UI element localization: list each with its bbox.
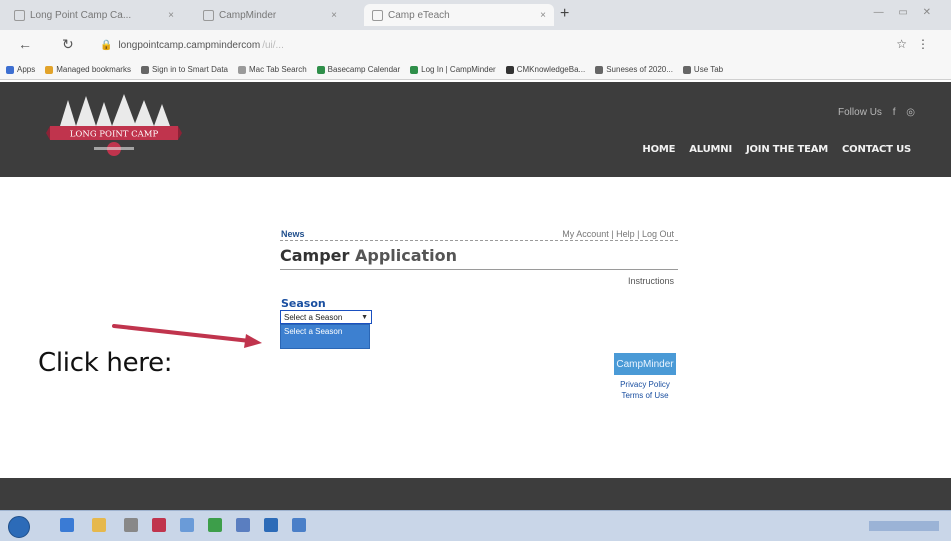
bookmark-item[interactable]: CMKnowledgeBa... [505, 65, 586, 74]
app-icon[interactable] [180, 518, 194, 532]
season-option[interactable]: Select a Season [281, 325, 369, 338]
main-nav: HOME ALUMNI JOIN THE TEAM CONTACT US [642, 144, 911, 155]
account-links[interactable]: My Account | Help | Log Out [562, 229, 674, 239]
reload-icon[interactable]: ↻ [62, 37, 74, 51]
new-tab-icon[interactable]: + [560, 6, 569, 22]
app-icon[interactable] [152, 518, 166, 532]
os-taskbar [0, 510, 951, 541]
tab-label: Camp eTeach [388, 9, 450, 21]
close-icon[interactable]: × [540, 10, 546, 21]
app-icon[interactable] [124, 518, 138, 532]
application-panel: News My Account | Help | Log Out Camper … [280, 227, 678, 286]
bookmark-item[interactable]: Log In | CampMinder [410, 65, 496, 74]
browser-toolbar: ← ↻ 🔒 longpointcamp.campmindercom /ui/..… [0, 30, 951, 60]
chevron-down-icon: ▼ [361, 313, 368, 321]
bookmark-label: Mac Tab Search [249, 65, 307, 74]
page-title-secondary: Application [349, 246, 458, 265]
system-tray[interactable] [869, 521, 939, 531]
footer-links: Privacy Policy Terms of Use [612, 379, 678, 401]
close-icon[interactable]: × [331, 10, 337, 21]
page-icon [203, 9, 214, 21]
bookmark-label: Managed bookmarks [56, 65, 131, 74]
season-dropdown-list: Select a Season [280, 324, 370, 349]
instructions-link[interactable]: Instructions [280, 276, 678, 286]
season-select-value: Select a Season [284, 312, 343, 322]
bookmark-label: Use Tab [693, 65, 724, 74]
news-link[interactable]: News [281, 229, 305, 239]
bookmark-icon [505, 65, 514, 74]
start-button[interactable] [8, 516, 30, 538]
bookmark-item[interactable]: Sign in to Smart Data [140, 65, 228, 74]
lock-icon: 🔒 [100, 39, 113, 51]
browser-tab-bar: Long Point Camp Ca... × CampMinder × Cam… [0, 0, 951, 30]
bookmark-icon [316, 65, 325, 74]
page-icon [14, 9, 25, 21]
bookmark-icon [6, 65, 14, 74]
site-header: LONG POINT CAMP Follow Us f ◎ HOME ALUMN… [0, 82, 951, 177]
season-select[interactable]: Select a Season ▼ [280, 310, 372, 324]
tab-label: Long Point Camp Ca... [30, 9, 132, 21]
page-title: Camper Application [280, 246, 678, 270]
bookmark-item[interactable]: Suneses of 2020... [595, 65, 673, 74]
app-icon[interactable] [264, 518, 278, 532]
bookmark-label: Apps [17, 65, 36, 74]
logo-text: LONG POINT CAMP [70, 130, 159, 140]
close-icon[interactable]: × [168, 10, 174, 21]
site-footer [0, 478, 951, 510]
social-icon[interactable]: ◎ [906, 107, 915, 118]
page-icon [372, 9, 383, 21]
bookmark-label: Log In | CampMinder [421, 65, 496, 74]
facebook-icon[interactable]: f [893, 107, 896, 118]
app-icon[interactable] [292, 518, 306, 532]
browser-menu-icons[interactable]: ☆⋮ [896, 37, 939, 51]
red-arrow-annotation [112, 324, 262, 348]
bookmarks-bar: Apps Managed bookmarks Sign in to Smart Da… [0, 60, 951, 80]
bookmark-icon [682, 65, 691, 74]
bookmark-icon [238, 65, 246, 74]
nav-join-the-team[interactable]: JOIN THE TEAM [746, 144, 828, 155]
bookmark-item[interactable]: Mac Tab Search [238, 65, 307, 74]
bookmark-item[interactable]: Managed bookmarks [45, 65, 131, 74]
bookmark-icon [140, 65, 149, 74]
bookmark-item[interactable]: Use Tab [682, 65, 724, 74]
page-title-primary: Camper [280, 246, 350, 265]
url-path: /ui/... [262, 39, 284, 51]
bookmark-label: CMKnowledgeBa... [516, 65, 586, 74]
camp-logo[interactable]: LONG POINT CAMP [46, 92, 182, 162]
nav-alumni[interactable]: ALUMNI [689, 144, 732, 155]
bookmark-item[interactable]: Apps [6, 65, 35, 74]
app-icon[interactable] [236, 518, 250, 532]
browser-tab-long-point[interactable]: Long Point Camp Ca... × [6, 4, 182, 26]
address-bar[interactable]: 🔒 longpointcamp.campmindercom /ui/... [100, 36, 860, 54]
nav-contact-us[interactable]: CONTACT US [842, 144, 911, 155]
back-arrow-icon[interactable]: ← [18, 37, 32, 51]
bookmark-label: Basecamp Calendar [327, 65, 401, 74]
follow-label: Follow Us [838, 107, 882, 118]
window-controls[interactable]: — ▭ ✕ [874, 7, 937, 18]
chrome-icon[interactable] [208, 518, 222, 532]
bookmark-label: Suneses of 2020... [606, 65, 673, 74]
bookmark-icon [595, 65, 604, 74]
nav-home[interactable]: HOME [642, 144, 675, 155]
bookmark-icon [45, 65, 54, 74]
bookmark-icon [410, 65, 419, 74]
privacy-policy-link[interactable]: Privacy Policy [612, 379, 678, 390]
folder-icon[interactable] [92, 518, 106, 532]
follow-us: Follow Us f ◎ [830, 107, 915, 118]
browser-tab-active[interactable]: Camp eTeach × [364, 4, 554, 26]
bookmark-label: Sign in to Smart Data [151, 65, 228, 74]
tab-label: CampMinder [219, 9, 277, 21]
browser-tab-campminder[interactable]: CampMinder × [195, 4, 345, 26]
terms-of-use-link[interactable]: Terms of Use [612, 390, 678, 401]
url-host: longpointcamp.campmindercom [118, 39, 261, 51]
top-link-row: News My Account | Help | Log Out [280, 227, 678, 241]
campminder-button[interactable]: CampMinder [614, 353, 676, 375]
season-label: Season [281, 297, 326, 310]
bookmark-item[interactable]: Basecamp Calendar [316, 65, 401, 74]
ie-icon[interactable] [60, 518, 74, 532]
click-here-annotation: Click here: [38, 348, 173, 378]
